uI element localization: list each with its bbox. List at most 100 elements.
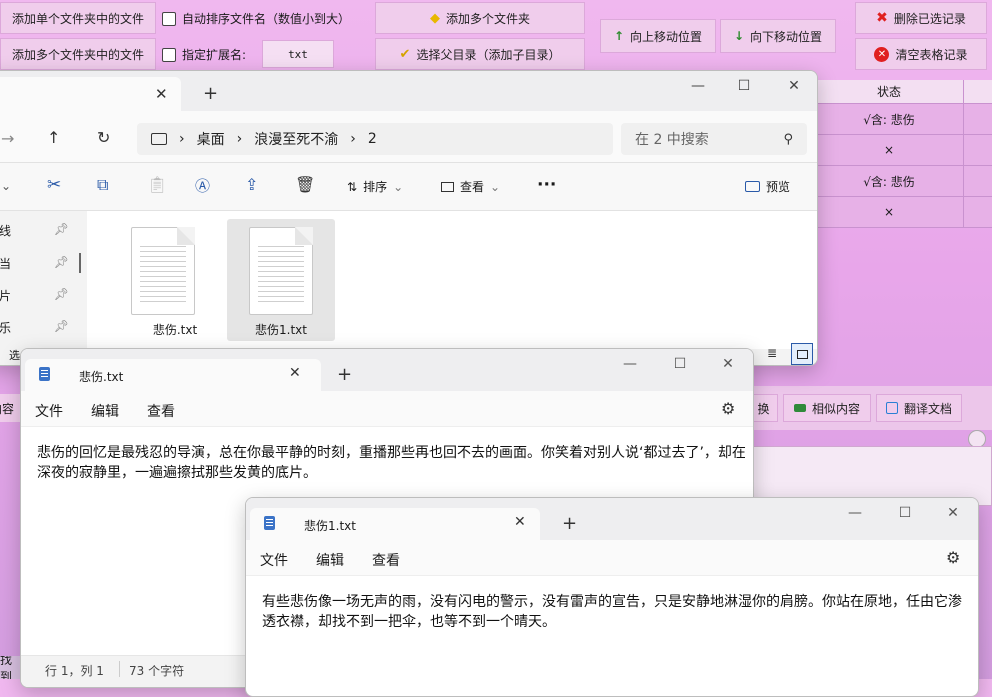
close-icon[interactable]: ✕ (771, 71, 817, 101)
nav-item[interactable]: 片 📌︎ (0, 287, 69, 304)
file-explorer-window: ✕ + — ☐ ✕ → ↑ ↻ › 桌面 › 浪漫至死不渝 › 2 在 2 中搜… (0, 70, 818, 366)
new-tab-icon[interactable]: + (203, 83, 218, 104)
menu-edit[interactable]: 编辑 (316, 550, 344, 570)
minimize-icon[interactable]: — (607, 349, 653, 379)
arrow-up-icon: ↑ (613, 29, 625, 43)
tab-close-icon[interactable]: ✕ (155, 85, 168, 103)
more-options-icon[interactable]: ··· (537, 175, 556, 195)
tab-close-icon[interactable]: ✕ (514, 514, 526, 530)
copy-icon[interactable]: ⧉ (97, 175, 108, 195)
preview-button[interactable]: 预览 (745, 178, 790, 195)
breadcrumb-item[interactable]: 2 (368, 131, 377, 147)
select-parent-button[interactable]: ✔ 选择父目录（添加子目录） (375, 38, 585, 70)
add-folders-label: 添加多个文件夹 (445, 11, 530, 26)
text-file-icon (249, 227, 313, 315)
extension-input[interactable]: txt (262, 40, 334, 68)
tiles-view-icon[interactable] (791, 343, 813, 365)
rename-icon[interactable]: Ⓐ (195, 175, 210, 196)
address-bar[interactable]: › 桌面 › 浪漫至死不渝 › 2 (137, 123, 613, 155)
add-multi-folder-button[interactable]: 添加多个文件夹中的文件 (0, 38, 156, 70)
new-tab-icon[interactable]: + (337, 364, 352, 385)
file-name: 悲伤1.txt (255, 323, 307, 337)
delete-selected-button[interactable]: ✖ 删除已选记录 (855, 2, 987, 34)
ext-checkbox[interactable]: 指定扩展名: (162, 46, 246, 63)
table-row[interactable]: × (815, 197, 992, 228)
chevron-down-icon: ⌄ (490, 179, 501, 194)
minimize-icon[interactable]: — (832, 498, 878, 528)
table-row[interactable]: √含: 悲伤 (815, 104, 992, 135)
share-icon[interactable]: ⇪ (245, 175, 258, 194)
left-status-fragment: 找到 (0, 656, 22, 679)
nav-scrollbar[interactable] (79, 253, 81, 273)
search-placeholder: 在 2 中搜索 (635, 132, 709, 148)
status-cell: × (883, 143, 895, 157)
status-cell: × (883, 205, 895, 219)
clear-table-button[interactable]: ✕ 清空表格记录 (855, 38, 987, 70)
sort-menu[interactable]: ⇅ 排序 ⌄ (347, 178, 403, 195)
maximize-icon[interactable]: ☐ (657, 349, 703, 379)
left-content-fragment: 内容 (0, 394, 22, 422)
search-box[interactable]: 在 2 中搜索 ⚲ (621, 123, 807, 155)
results-grid: 状态 √含: 悲伤 × √含: 悲伤 × (815, 80, 992, 228)
delete-icon[interactable]: 🗑︎ (295, 175, 315, 194)
notepad-tab[interactable] (250, 508, 540, 540)
nav-item[interactable]: 当 📌︎ (0, 255, 69, 272)
view-label: 查看 (460, 180, 485, 194)
nav-item[interactable]: 乐 📌︎ (0, 319, 69, 336)
replace-button[interactable]: 换 (750, 394, 778, 422)
file-item[interactable]: 悲伤.txt (125, 221, 225, 343)
menu-file[interactable]: 文件 (35, 401, 63, 421)
notepad-tab[interactable] (25, 359, 321, 391)
details-view-icon[interactable]: ≣ (767, 346, 777, 360)
text-editor[interactable]: 有些悲伤像一场无声的雨，没有闪电的警示，没有雷声的宣告，只是安静地淋湿你的肩膀。… (262, 592, 974, 632)
close-icon[interactable]: ✕ (705, 349, 751, 379)
table-row[interactable]: √含: 悲伤 (815, 166, 992, 197)
forward-icon[interactable]: → (1, 129, 14, 148)
move-down-button[interactable]: ↓ 向下移动位置 (720, 19, 836, 53)
add-folders-button[interactable]: ◆ 添加多个文件夹 (375, 2, 585, 34)
refresh-icon[interactable]: ↻ (97, 128, 110, 147)
grid-header: 状态 (815, 80, 992, 104)
settings-icon[interactable]: ⚙ (721, 399, 735, 418)
preview-label: 预览 (766, 180, 791, 194)
menu-edit[interactable]: 编辑 (91, 401, 119, 421)
move-up-button[interactable]: ↑ 向上移动位置 (600, 19, 716, 53)
checkbox-box[interactable] (162, 47, 176, 62)
maximize-icon[interactable]: ☐ (721, 71, 767, 101)
maximize-icon[interactable]: ☐ (882, 498, 928, 528)
left-fragment-text: 内容 (0, 401, 15, 416)
tab-title: 悲伤1.txt (304, 519, 356, 533)
breadcrumb-item[interactable]: 桌面 (197, 129, 225, 149)
cursor-position: 行 1，列 1 (45, 664, 104, 678)
translate-label: 翻译文档 (903, 401, 952, 416)
settings-icon[interactable]: ⚙ (946, 548, 960, 567)
checkbox-box[interactable] (162, 11, 176, 26)
view-icon (441, 181, 454, 192)
file-item-selected[interactable]: 悲伤1.txt (227, 219, 335, 341)
nav-item[interactable]: 线 📌︎ (0, 222, 69, 239)
new-tab-icon[interactable]: + (562, 513, 577, 534)
replace-label: 换 (757, 401, 770, 416)
menu-file[interactable]: 文件 (260, 550, 288, 570)
add-single-folder-button[interactable]: 添加单个文件夹中的文件 (0, 2, 156, 34)
up-icon[interactable]: ↑ (47, 128, 60, 147)
breadcrumb-item[interactable]: 浪漫至死不渝 (254, 129, 338, 149)
auto-sort-checkbox[interactable]: 自动排序文件名（数值小到大） (162, 10, 350, 27)
status-column-header[interactable]: 状态 (877, 83, 901, 100)
menu-view[interactable]: 查看 (372, 550, 400, 570)
tab-close-icon[interactable]: ✕ (289, 365, 301, 381)
translate-doc-button[interactable]: 翻译文档 (876, 394, 962, 422)
cut-icon[interactable]: ✂ (47, 175, 61, 195)
status-divider (119, 661, 120, 677)
text-editor[interactable]: 悲伤的回忆是最残忍的导演，总在你最平静的时刻，重播那些再也回不去的画面。你笑着对… (37, 443, 749, 483)
similar-content-button[interactable]: 相似内容 (783, 394, 871, 422)
view-menu[interactable]: 查看 ⌄ (441, 178, 500, 195)
dropdown-chevron-icon[interactable]: ⌄ (1, 179, 11, 193)
close-icon[interactable]: ✕ (930, 498, 976, 528)
menu-view[interactable]: 查看 (147, 401, 175, 421)
similar-icon (793, 404, 806, 412)
pin-icon: 📌︎ (53, 255, 69, 269)
table-row[interactable]: × (815, 135, 992, 166)
explorer-tab[interactable] (0, 77, 181, 111)
minimize-icon[interactable]: — (675, 71, 721, 101)
